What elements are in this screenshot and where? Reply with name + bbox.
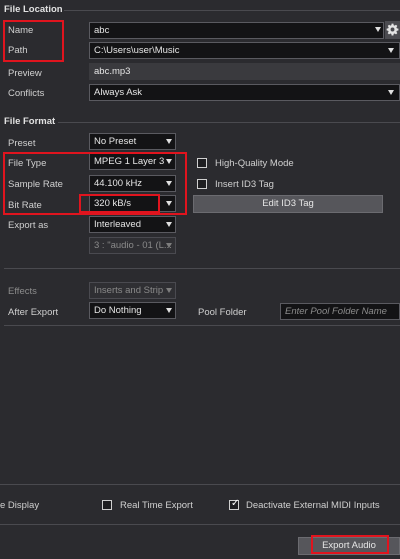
conflicts-select[interactable]: Always Ask: [89, 84, 400, 101]
effects-label: Effects: [8, 286, 37, 297]
chevron-down-icon: [166, 181, 172, 186]
chevron-down-icon: [166, 159, 172, 164]
preview-value: abc.mp3: [94, 66, 131, 77]
file-type-select[interactable]: MPEG 1 Layer 3: [89, 153, 176, 170]
footer-divider: [0, 484, 400, 485]
edit-id3-button[interactable]: Edit ID3 Tag: [193, 195, 383, 213]
name-field[interactable]: abc: [89, 22, 384, 39]
after-export-value: Do Nothing: [94, 305, 142, 316]
after-export-label: After Export: [8, 307, 59, 318]
section-divider: [4, 325, 400, 326]
after-export-select[interactable]: Do Nothing: [89, 302, 176, 319]
pool-folder-label: Pool Folder: [198, 307, 247, 318]
bit-rate-select[interactable]: 320 kB/s: [89, 195, 176, 212]
export-audio-button[interactable]: Export Audio: [298, 537, 400, 555]
channels-value: 3 : "audio - 01 (L...: [94, 240, 172, 251]
effects-value: Inserts and Strip: [94, 285, 164, 296]
section-divider: [4, 268, 400, 269]
footer-divider: [0, 524, 400, 525]
preview-label: Preview: [8, 68, 42, 79]
preset-value: No Preset: [94, 136, 137, 147]
pool-folder-input[interactable]: Enter Pool Folder Name: [280, 303, 400, 320]
effects-select: Inserts and Strip: [89, 282, 176, 299]
chevron-down-icon: [166, 288, 172, 293]
export-as-value: Interleaved: [94, 219, 142, 230]
realtime-export-checkbox[interactable]: [102, 500, 112, 510]
path-label: Path: [8, 45, 28, 56]
insert-id3-label: Insert ID3 Tag: [215, 179, 274, 190]
preview-field: abc.mp3: [89, 63, 400, 80]
name-dropdown-toggle[interactable]: [369, 22, 384, 39]
preset-label: Preset: [8, 138, 36, 149]
name-value: abc: [94, 25, 110, 36]
export-as-select[interactable]: Interleaved: [89, 216, 176, 233]
export-as-label: Export as: [8, 220, 49, 231]
section-divider: [58, 122, 400, 123]
sample-rate-value: 44.100 kHz: [94, 178, 143, 189]
chevron-down-icon: [375, 27, 381, 32]
gear-icon: [386, 23, 399, 36]
realtime-export-label: Real Time Export: [120, 500, 193, 511]
chevron-down-icon: [166, 308, 172, 313]
display-label: e Display: [0, 500, 40, 511]
preset-select[interactable]: No Preset: [89, 133, 176, 150]
chevron-down-icon: [388, 90, 394, 95]
file-location-title: File Location: [4, 4, 63, 15]
chevron-down-icon: [166, 139, 172, 144]
deactivate-midi-checkbox[interactable]: ✓: [229, 498, 240, 510]
chevron-down-icon: [166, 243, 172, 248]
sample-rate-select[interactable]: 44.100 kHz: [89, 175, 176, 192]
file-type-value: MPEG 1 Layer 3: [94, 156, 165, 167]
file-type-label: File Type: [8, 158, 47, 169]
hq-mode-checkbox[interactable]: [197, 158, 207, 168]
chevron-down-icon: [166, 201, 172, 206]
sample-rate-label: Sample Rate: [8, 179, 63, 190]
name-label: Name: [8, 25, 34, 36]
chevron-down-icon: [166, 222, 172, 227]
section-divider: [64, 10, 400, 11]
hq-mode-label: High-Quality Mode: [215, 158, 294, 169]
chevron-down-icon: [388, 48, 394, 53]
path-value: C:\Users\user\Music: [94, 45, 180, 56]
pool-folder-placeholder: Enter Pool Folder Name: [285, 306, 387, 317]
deactivate-midi-label: Deactivate External MIDI Inputs: [246, 500, 380, 511]
channels-select: 3 : "audio - 01 (L...: [89, 237, 176, 254]
file-format-title: File Format: [4, 116, 56, 127]
conflicts-value: Always Ask: [94, 87, 143, 98]
check-icon: ✓: [231, 498, 240, 509]
conflicts-label: Conflicts: [8, 88, 45, 99]
bit-rate-value: 320 kB/s: [94, 198, 131, 209]
settings-button[interactable]: [385, 21, 400, 39]
insert-id3-checkbox[interactable]: [197, 179, 207, 189]
path-field[interactable]: C:\Users\user\Music: [89, 42, 400, 59]
bit-rate-label: Bit Rate: [8, 200, 42, 211]
